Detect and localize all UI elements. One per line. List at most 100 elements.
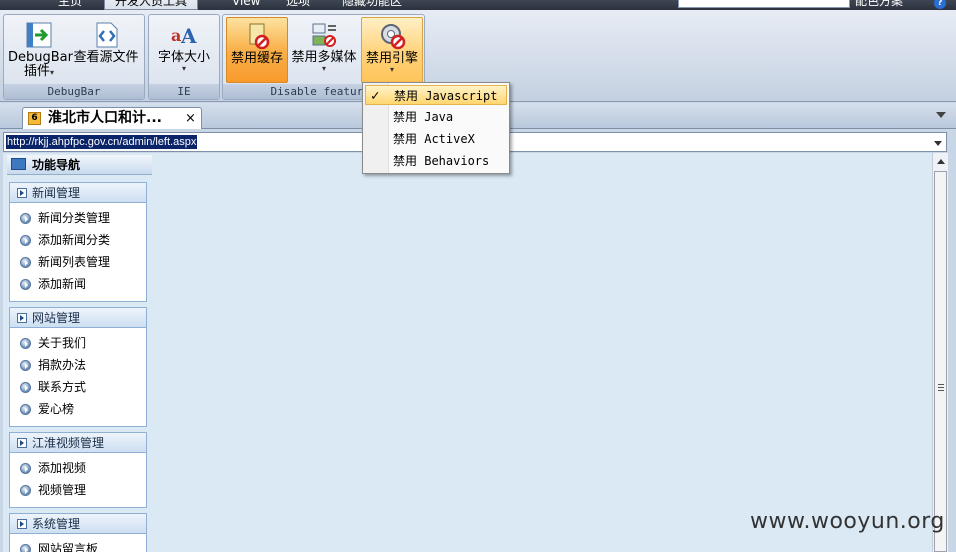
- ribbon-group-ie-label: IE: [149, 84, 219, 99]
- disable-cache-label: 禁用缓存: [230, 51, 283, 66]
- font-size-label: 字体大小: [157, 50, 210, 65]
- disable-cache-icon: [249, 23, 270, 50]
- ribbon-tab-developer-tools[interactable]: 开发人员工具: [104, 0, 199, 10]
- nav-item[interactable]: 新闻分类管理: [10, 207, 146, 229]
- arrow-bullet-icon: [20, 463, 31, 474]
- scrollbar-thumb[interactable]: [934, 171, 947, 552]
- font-size-button[interactable]: a A 字体大小 ▾: [152, 17, 216, 83]
- arrow-bullet-icon: [20, 213, 31, 224]
- ribbon-group-debugbar: DebugBar 插件▾ 查看源文件 DebugBar: [3, 14, 145, 100]
- nav-item-label: 关于我们: [38, 336, 87, 350]
- nav-section-header[interactable]: 系统管理: [10, 514, 146, 534]
- nav-section-header[interactable]: 网站管理: [10, 308, 146, 328]
- document-tab[interactable]: 6 淮北市人口和计... ×: [22, 107, 202, 129]
- nav-item-label: 视频管理: [38, 483, 87, 497]
- debugbar-plugins-button[interactable]: DebugBar 插件▾: [8, 17, 73, 83]
- tab-list-dropdown-icon[interactable]: [936, 112, 946, 118]
- nav-section-title: 新闻管理: [32, 186, 81, 200]
- nav-section-header[interactable]: 新闻管理: [10, 183, 146, 203]
- nav-section-title: 江淮视频管理: [32, 436, 105, 450]
- checkmark-icon: ✓: [371, 88, 380, 104]
- ribbon-search-input[interactable]: [678, 0, 850, 8]
- nav-header-title: 功能导航: [32, 158, 81, 172]
- disable-cache-button[interactable]: 禁用缓存: [226, 17, 288, 83]
- nav-item-label: 添加新闻分类: [38, 233, 111, 247]
- tab-number-badge: 6: [28, 112, 41, 125]
- view-source-label: 查看源文件: [73, 50, 139, 65]
- arrow-bullet-icon: [20, 360, 31, 371]
- disable-engine-label: 禁用引擎: [365, 51, 418, 66]
- address-url[interactable]: http://rkjj.ahpfpc.gov.cn/admin/left.asp…: [6, 135, 198, 149]
- scroll-grip-icon: [938, 384, 944, 391]
- menu-item-disable-java[interactable]: 禁用 Java: [365, 107, 507, 127]
- nav-section-header[interactable]: 江淮视频管理: [10, 433, 146, 453]
- color-scheme-menu[interactable]: 配色方案: [855, 0, 903, 8]
- disable-engine-button[interactable]: 禁用引擎 ▾: [361, 17, 423, 83]
- disable-engine-dropdown: ✓ 禁用 Javascript 禁用 Java 禁用 ActiveX 禁用 Be…: [362, 82, 510, 174]
- help-icon[interactable]: ?: [934, 0, 946, 9]
- vertical-scrollbar[interactable]: [932, 153, 948, 552]
- arrow-bullet-icon: [20, 382, 31, 393]
- debugbar-plugins-label-1: DebugBar: [8, 50, 73, 65]
- nav-item-label: 添加视频: [38, 461, 87, 475]
- nav-section-title: 网站管理: [32, 311, 81, 325]
- nav-item[interactable]: 爱心榜: [10, 398, 146, 420]
- nav-item[interactable]: 联系方式: [10, 376, 146, 398]
- chevron-down-icon: ▾: [389, 65, 394, 74]
- close-icon[interactable]: ×: [185, 111, 196, 126]
- nav-item[interactable]: 关于我们: [10, 332, 146, 354]
- scroll-up-icon[interactable]: [937, 159, 945, 164]
- menu-item-label: 禁用 Javascript: [394, 89, 498, 103]
- ribbon-group-ie: a A 字体大小 ▾ IE: [148, 14, 220, 100]
- ribbon-tab-options[interactable]: 选项: [286, 0, 310, 10]
- svg-text:A: A: [180, 24, 197, 48]
- disable-multimedia-label: 禁用多媒体: [291, 50, 357, 65]
- chevron-down-icon: ▾: [50, 68, 55, 77]
- nav-section-system: 系统管理 网站留言板: [9, 513, 147, 552]
- menu-item-disable-behaviors[interactable]: 禁用 Behaviors: [365, 151, 507, 171]
- nav-item[interactable]: 添加新闻: [10, 273, 146, 295]
- nav-section-news: 新闻管理 新闻分类管理 添加新闻分类 新闻列表管理 添加新闻: [9, 182, 147, 302]
- document-tab-title: 淮北市人口和计...: [48, 110, 162, 126]
- menu-item-disable-javascript[interactable]: ✓ 禁用 Javascript: [365, 85, 507, 105]
- nav-item-label: 爱心榜: [38, 402, 75, 416]
- ribbon-tab-view[interactable]: View: [232, 0, 260, 10]
- view-source-button[interactable]: 查看源文件: [70, 17, 142, 83]
- nav-item[interactable]: 添加新闻分类: [10, 229, 146, 251]
- menu-item-label: 禁用 ActiveX: [393, 132, 475, 146]
- expand-icon: [17, 519, 27, 529]
- menu-item-disable-activex[interactable]: 禁用 ActiveX: [365, 129, 507, 149]
- chevron-down-icon: ▾: [181, 64, 186, 73]
- ribbon-tab-home[interactable]: 主页: [58, 0, 82, 10]
- nav-item[interactable]: 网站留言板: [10, 538, 146, 552]
- nav-item[interactable]: 视频管理: [10, 479, 146, 501]
- arrow-bullet-icon: [20, 485, 31, 496]
- watermark: www.wooyun.org: [750, 509, 945, 534]
- ribbon-group-debugbar-label: DebugBar: [4, 84, 144, 99]
- debugbar-plugins-label-2: 插件: [23, 64, 50, 79]
- arrow-bullet-icon: [20, 338, 31, 349]
- ribbon-tab-strip: 主页 开发人员工具 View 选项 隐藏功能区 配色方案 ?: [0, 0, 956, 10]
- arrow-bullet-icon: [20, 279, 31, 290]
- chevron-down-icon[interactable]: [934, 141, 942, 146]
- nav-item[interactable]: 添加视频: [10, 457, 146, 479]
- nav-item-label: 新闻列表管理: [38, 255, 111, 269]
- nav-item[interactable]: 新闻列表管理: [10, 251, 146, 273]
- nav-section-website: 网站管理 关于我们 捐款办法 联系方式 爱心榜: [9, 307, 147, 427]
- disable-multimedia-button[interactable]: 禁用多媒体 ▾: [289, 17, 359, 83]
- arrow-bullet-icon: [20, 235, 31, 246]
- arrow-bullet-icon: [20, 404, 31, 415]
- nav-item[interactable]: 捐款办法: [10, 354, 146, 376]
- svg-text:a: a: [171, 26, 181, 45]
- chevron-down-icon: ▾: [321, 64, 326, 73]
- expand-icon: [17, 188, 27, 198]
- nav-section-video: 江淮视频管理 添加视频 视频管理: [9, 432, 147, 508]
- window-edge: [948, 153, 956, 552]
- nav-item-label: 联系方式: [38, 380, 87, 394]
- nav-item-label: 添加新闻: [38, 277, 87, 291]
- menu-item-label: 禁用 Behaviors: [393, 154, 490, 168]
- menu-item-label: 禁用 Java: [393, 110, 454, 124]
- view-source-icon: [96, 22, 118, 48]
- nav-item-label: 网站留言板: [38, 542, 99, 552]
- ribbon-tab-hide-ribbon[interactable]: 隐藏功能区: [342, 0, 402, 10]
